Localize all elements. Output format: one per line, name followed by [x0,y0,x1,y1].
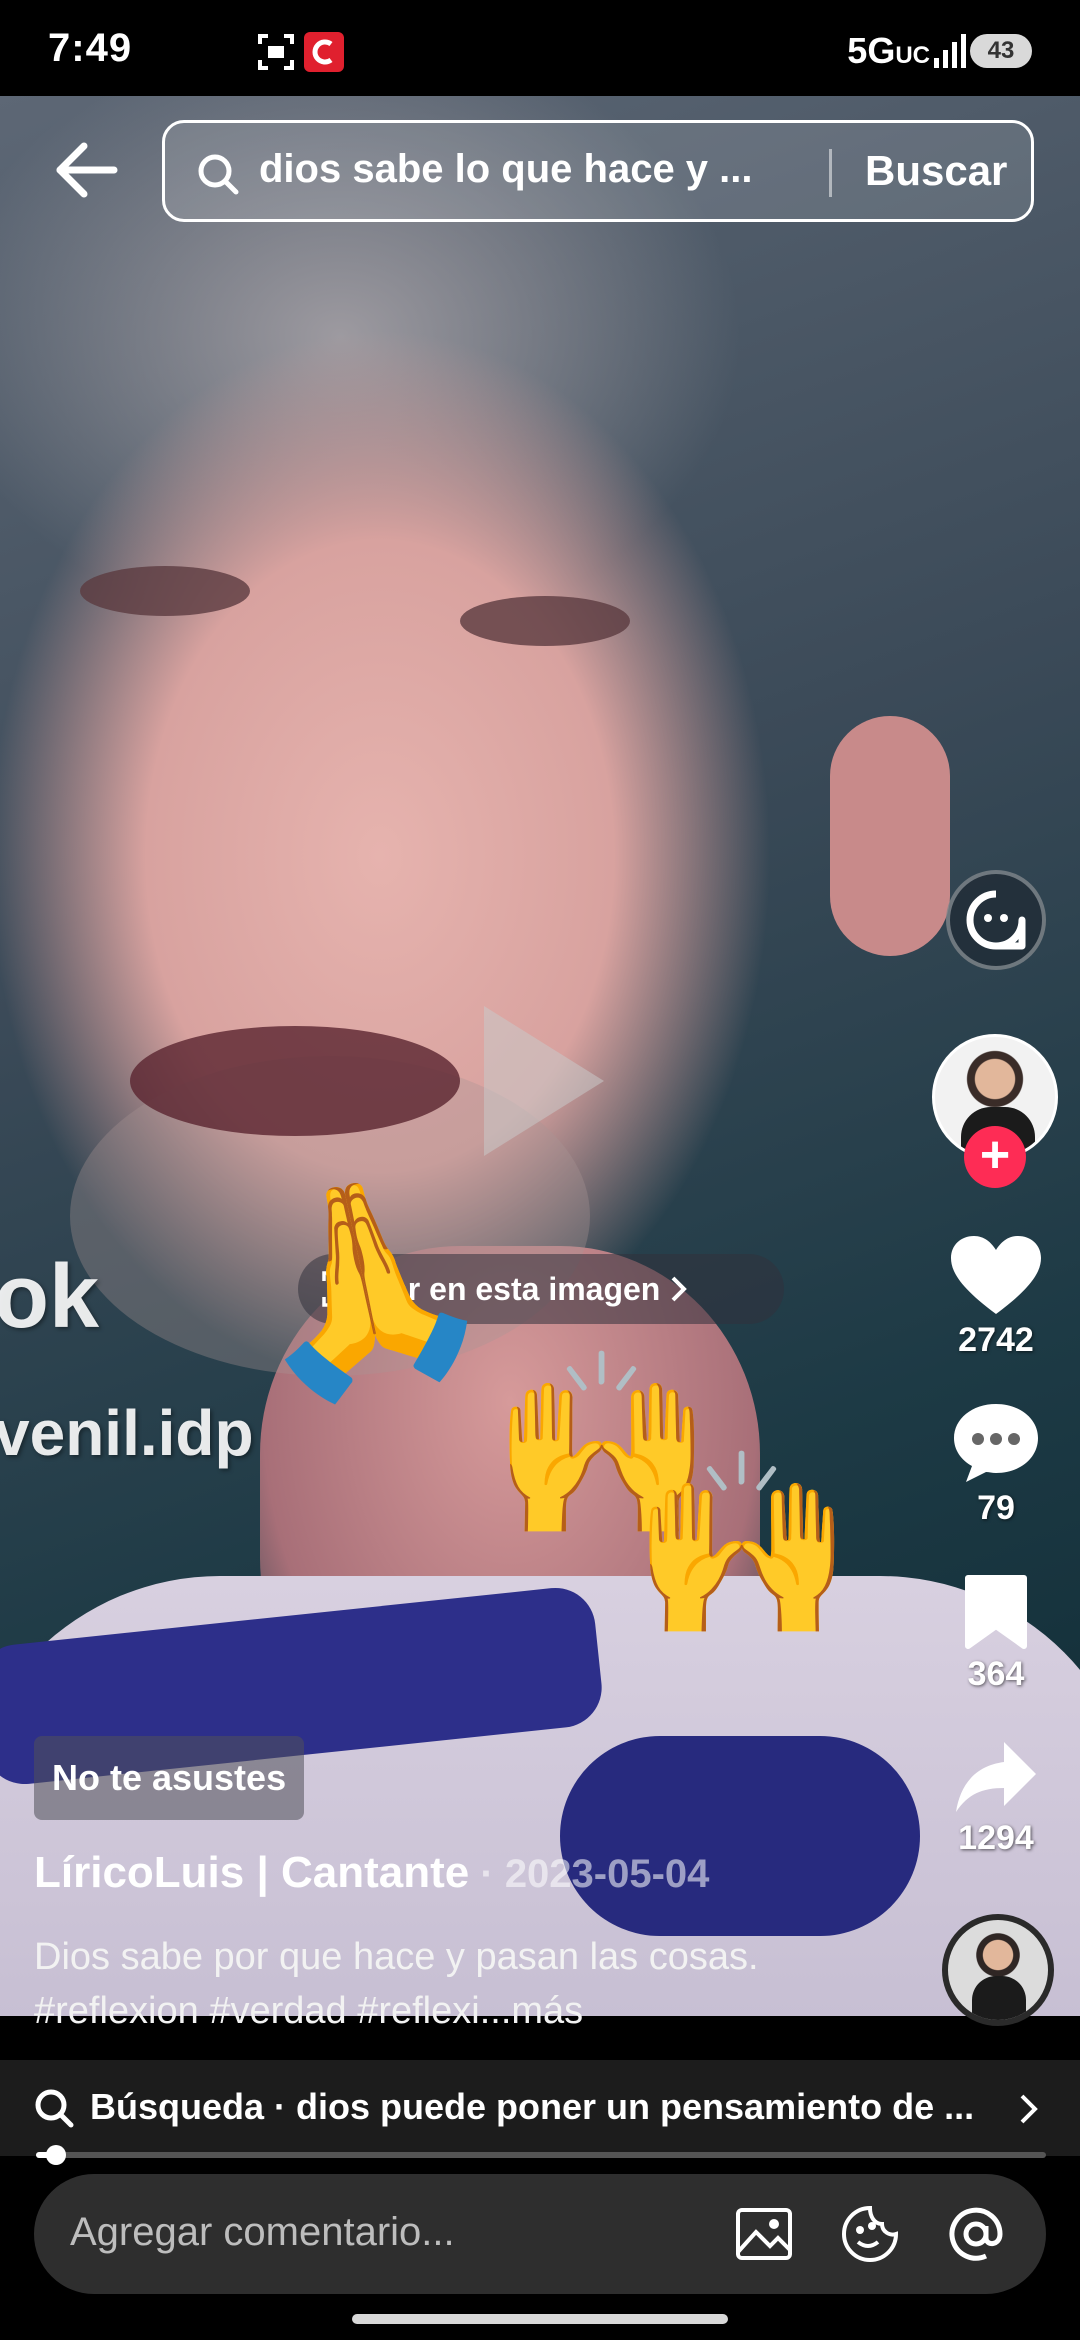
raised-hands-emoji-2: 🙌 [630,1445,855,1646]
video-progress-bar[interactable] [36,2145,1046,2165]
like-button[interactable]: 2742 [936,1236,1056,1360]
search-divider [829,149,832,197]
home-indicator[interactable] [352,2314,728,2324]
comment-button[interactable]: 79 [936,1402,1056,1528]
comment-count: 79 [977,1489,1015,1527]
video-tag[interactable]: No te asustes [34,1736,305,1820]
related-search-bar[interactable]: Búsqueda · dios puede poner un pensamien… [0,2060,1080,2156]
video-overlay-text: ok [0,1247,100,1347]
app-notification-icon [304,32,344,72]
search-bar[interactable]: dios sabe lo que hace y ... Buscar [162,120,1034,222]
save-count: 364 [967,1655,1025,1693]
search-button[interactable]: Buscar [865,147,1007,195]
status-bar: 7:49 5GUC 43 [0,0,1080,96]
chevron-right-icon [1020,2094,1038,2124]
bookmark-icon [965,1575,1027,1649]
like-count: 2742 [958,1321,1034,1359]
search-icon [198,154,239,195]
author-name[interactable]: LíricoLuis | Cantante [34,1848,469,1897]
share-button[interactable]: 1294 [936,1740,1056,1858]
video-overlay-handle: venil.idp [0,1397,254,1469]
ai-assistant-button[interactable] [946,870,1046,970]
share-arrow-icon [956,1742,1036,1812]
comment-placeholder: Agregar comentario... [70,2210,455,2254]
status-time: 7:49 [48,26,133,70]
battery-indicator: 43 [970,34,1032,68]
screen-record-icon [258,34,294,70]
search-query[interactable]: dios sabe lo que hace y ... [259,147,939,192]
network-type: 5GUC [847,30,930,71]
post-caption[interactable]: Dios sabe por que hace y pasan las cosas… [34,1930,864,2038]
related-search-text: Búsqueda · dios puede poner un pensamien… [90,2086,975,2127]
video-player[interactable]: ok venil.idp ar en esta imagen 🙏 🙌 🙌 [0,96,1080,2016]
author-line[interactable]: LíricoLuis | Cantante · 2023-05-04 [34,1848,709,1898]
share-count: 1294 [958,1819,1034,1857]
search-icon [35,2089,74,2128]
back-arrow-icon[interactable] [54,142,118,198]
mention-icon[interactable] [946,2204,1006,2264]
signal-icon [934,34,966,68]
save-button[interactable]: 364 [936,1574,1056,1694]
play-icon[interactable] [484,1006,604,1156]
follow-button[interactable]: + [964,1126,1026,1188]
comment-bubble-icon [954,1404,1038,1482]
heart-icon [951,1236,1041,1314]
chevron-right-icon [671,1276,688,1302]
pray-emoji: 🙏 [219,1150,510,1421]
comment-input[interactable]: Agregar comentario... [34,2174,1046,2294]
sound-disc[interactable] [942,1914,1054,2026]
ai-face-icon [966,890,1026,950]
sticker-emoji-icon[interactable] [840,2204,900,2264]
post-date: · 2023-05-04 [469,1852,710,1896]
image-icon[interactable] [734,2204,794,2264]
